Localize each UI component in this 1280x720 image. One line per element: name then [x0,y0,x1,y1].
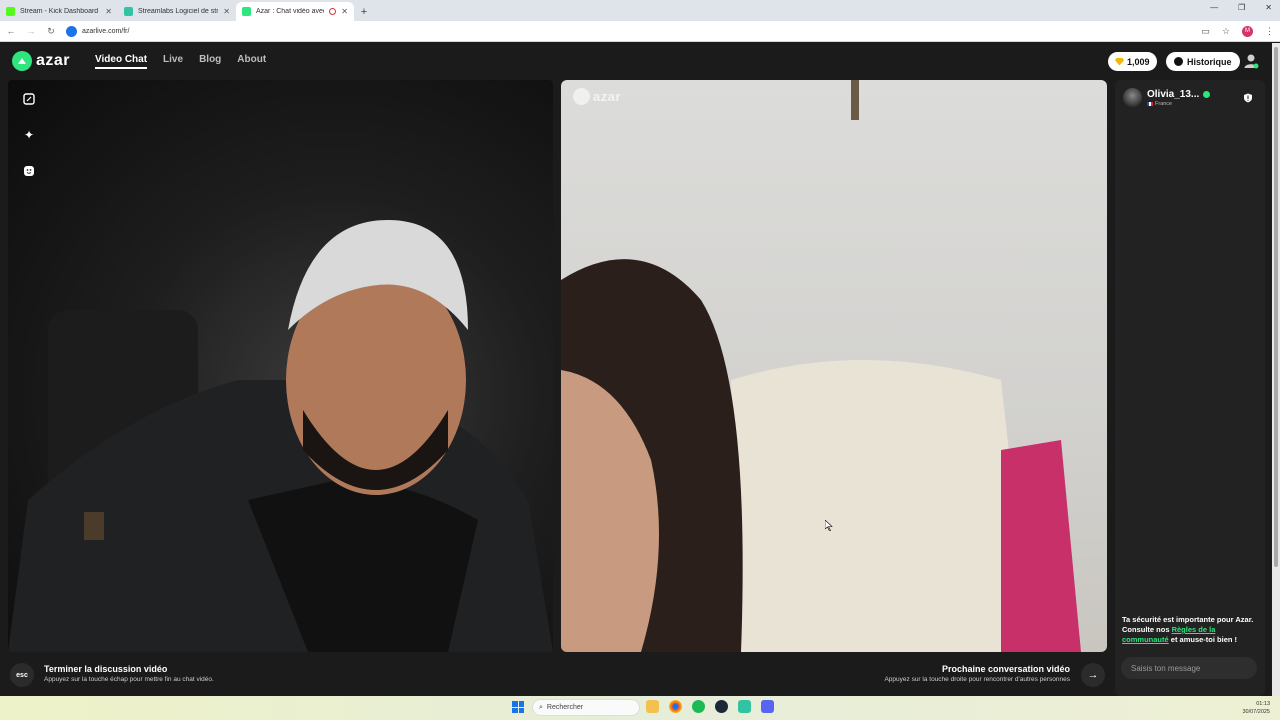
gem-icon [1115,57,1124,66]
taskbar-search[interactable]: ⌕ Rechercher [532,699,640,716]
azar-logo-icon [12,51,32,71]
face-filter-icon[interactable] [22,164,36,178]
minimize-icon[interactable]: — [1210,3,1218,12]
nav-about[interactable]: About [237,54,266,69]
browser-tab-strip: Stream - Kick Dashboard ✕ Streamlabs Log… [0,0,1280,21]
mouse-cursor-icon [825,520,833,531]
search-icon: ⌕ [539,703,543,711]
history-label: Historique [1187,56,1232,67]
bookmark-star-icon[interactable]: ☆ [1222,26,1230,37]
profile-avatar[interactable]: M [1242,25,1253,37]
safety-text-end: et amuse-toi bien ! [1168,635,1238,644]
end-call-title: Terminer la discussion vidéo [44,664,168,674]
system-clock[interactable]: 01:13 30/07/2025 [1242,700,1270,716]
steam-icon[interactable] [715,700,728,713]
site-info-icon[interactable] [66,25,77,37]
end-call-hint: Appuyez sur la touche échap pour mettre … [44,676,214,683]
effects-sparkle-icon[interactable]: ✦ [22,128,36,142]
next-call-hint: Appuyez sur la touche droite pour rencon… [884,676,1070,683]
url-text: azarlive.com/fr/ [82,27,130,35]
close-tab-icon[interactable]: ✕ [223,7,230,16]
peer-name: Olivia_13... [1147,88,1200,100]
nav-blog[interactable]: Blog [199,54,221,69]
url-field[interactable]: azarlive.com/fr/ [66,25,130,37]
next-call-title: Prochaine conversation vidéo [941,664,1070,674]
spotify-icon[interactable] [692,700,705,713]
main-nav: Video Chat Live Blog About [95,54,266,69]
browser-tab-streamlabs[interactable]: Streamlabs Logiciel de streami... ✕ [118,2,236,21]
cast-icon[interactable]: ▭ [1201,26,1210,37]
logo-text: azar [36,52,71,69]
chat-panel: Olivia_13... France Ta sécurité est impo… [1115,80,1265,696]
restore-icon[interactable]: ❐ [1238,3,1245,12]
streamlabs-favicon-icon [124,7,133,16]
peer-country-row: France [1147,101,1210,107]
local-video-image [8,220,553,652]
back-icon[interactable]: ← [6,26,16,36]
gems-count: 1,009 [1127,56,1150,67]
kick-favicon-icon [6,7,15,16]
next-call-arrow-button[interactable]: → [1081,663,1105,687]
windows-start-icon[interactable] [512,701,524,713]
new-tab-button[interactable]: + [354,2,374,21]
recording-icon [329,8,337,15]
user-profile-icon[interactable] [1243,53,1259,69]
azar-logo[interactable]: azar [12,51,70,71]
remote-video-image [561,80,1081,652]
peer-avatar[interactable] [1123,88,1142,107]
safety-notice: Ta sécurité est importante pour Azar. Co… [1122,615,1258,645]
address-bar-row: ← → ↻ azarlive.com/fr/ ▭ ☆ M ⋮ [0,21,1280,42]
call-controls: esc Terminer la discussion vidéo Appuyez… [0,655,1112,696]
taskbar-search-label: Rechercher [546,704,584,711]
gems-balance-button[interactable]: 1,009 [1108,52,1157,71]
discord-icon[interactable] [761,700,774,713]
forward-icon[interactable]: → [26,26,36,36]
scrollbar-thumb[interactable] [1274,47,1278,567]
report-shield-icon[interactable] [1243,93,1253,103]
verified-badge-icon [1203,90,1211,98]
close-tab-icon[interactable]: ✕ [341,7,348,16]
clock-time: 01:13 [1256,701,1270,707]
tab-title: Azar : Chat vidéo avec de n... [256,8,324,15]
local-video-feed: ✦ [8,80,553,652]
browser-tab-kick[interactable]: Stream - Kick Dashboard ✕ [0,2,118,21]
close-tab-icon[interactable]: ✕ [105,7,112,16]
file-explorer-icon[interactable] [646,700,659,713]
top-navigation: azar Video Chat Live Blog About 1,009 Hi… [0,43,1272,80]
streamlabs-icon[interactable] [738,700,751,713]
azar-app: azar Video Chat Live Blog About 1,009 Hi… [0,43,1272,696]
reload-icon[interactable]: ↻ [46,26,56,37]
tab-title: Streamlabs Logiciel de streami... [138,8,219,15]
tab-title: Stream - Kick Dashboard [20,8,99,15]
watermark-text: azar [593,89,622,104]
peer-country: France [1155,100,1173,107]
peer-name-row: Olivia_13... [1147,88,1211,100]
france-flag-icon [1147,101,1153,106]
azar-favicon-icon [242,7,251,16]
end-call-esc-button[interactable]: esc [10,663,34,687]
window-controls: — ❐ ✕ [1210,3,1272,12]
menu-kebab-icon[interactable]: ⋮ [1265,26,1274,37]
close-window-icon[interactable]: ✕ [1265,3,1272,12]
nav-video-chat[interactable]: Video Chat [95,54,148,69]
chrome-icon[interactable] [669,700,682,713]
azar-watermark-icon [573,88,590,105]
clock-date: 30/07/2025 [1242,709,1270,715]
page-scrollbar[interactable] [1272,43,1280,696]
clock-icon [1174,57,1183,66]
peer-info[interactable]: Olivia_13... France [1123,88,1211,107]
remote-video-feed: azar [561,80,1107,652]
fullscreen-icon[interactable] [22,92,36,106]
os-taskbar: ⌕ Rechercher 01:13 30/07/2025 [0,696,1280,720]
camera-tools: ✦ [22,92,36,178]
nav-live[interactable]: Live [163,54,183,69]
browser-tab-azar[interactable]: Azar : Chat vidéo avec de n... ✕ [236,2,354,21]
history-button[interactable]: Historique [1166,52,1240,71]
taskbar-apps [646,700,774,713]
remote-watermark: azar [573,88,621,105]
message-input[interactable]: Saisis ton message [1121,657,1257,679]
